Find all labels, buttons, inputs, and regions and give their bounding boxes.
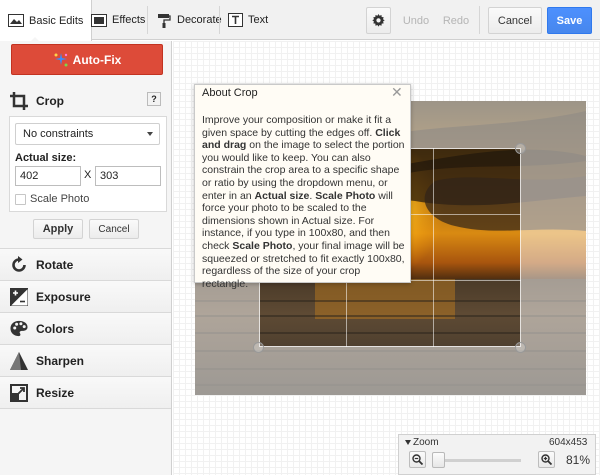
image-dimensions: 604x453 (549, 437, 588, 448)
crop-grid-line (433, 148, 434, 347)
autofix-label: Auto-Fix (72, 52, 122, 67)
tab-text-label: Text (248, 14, 269, 26)
rotate-label: Rotate (36, 257, 74, 272)
exposure-icon (10, 287, 28, 306)
crop-width-input[interactable] (15, 166, 81, 186)
chevron-down-icon (147, 132, 153, 136)
rotate-tool[interactable]: Rotate (0, 248, 171, 280)
zoom-slider-track[interactable] (435, 459, 521, 462)
paint-roller-icon (156, 13, 172, 28)
redo-button[interactable]: Redo (438, 7, 474, 34)
divider (479, 6, 480, 34)
tab-decorate-label: Decorate (177, 14, 222, 26)
tab-text[interactable]: Text (219, 0, 276, 40)
magic-sparkle-icon (53, 52, 69, 67)
zoom-out-button[interactable] (409, 451, 426, 468)
crop-shade-bottom (195, 347, 586, 395)
crop-help-button[interactable]: ? (147, 92, 161, 106)
resize-tool[interactable]: Resize (0, 376, 171, 408)
cancel-button[interactable]: Cancel (488, 7, 542, 34)
resize-icon (10, 383, 28, 402)
about-text-bold: Scale Photo (315, 189, 376, 202)
tab-effects-label: Effects (112, 14, 146, 26)
autofix-button[interactable]: Auto-Fix (11, 44, 163, 75)
colors-label: Colors (36, 321, 75, 336)
about-crop-text: Improve your composition or make it fit … (202, 114, 405, 290)
settings-button[interactable] (366, 7, 391, 34)
colors-tool[interactable]: Colors (0, 312, 171, 344)
text-icon (227, 13, 243, 27)
actual-size-label: Actual size: (15, 152, 77, 164)
about-crop-title: About Crop (202, 87, 258, 99)
crop-height-input[interactable] (95, 166, 161, 186)
about-text-bold: Actual size (254, 189, 310, 202)
zoom-out-icon (412, 454, 423, 465)
crop-title: Crop (36, 93, 64, 108)
crop-handle-top-right[interactable] (515, 143, 526, 154)
sharpen-icon (10, 351, 28, 370)
crop-handle-bottom-left[interactable] (253, 342, 264, 353)
tab-basic-edits-label: Basic Edits (29, 14, 84, 27)
crop-icon (10, 91, 28, 110)
zoom-toggle[interactable]: Zoom (405, 437, 439, 448)
tab-decorate[interactable]: Decorate (148, 0, 230, 40)
resize-label: Resize (36, 385, 75, 400)
zoom-in-button[interactable] (538, 451, 555, 468)
size-separator: X (84, 169, 92, 181)
tab-pointer (30, 37, 40, 42)
divider (0, 408, 171, 409)
about-text-bold: Scale Photo (232, 239, 293, 252)
palette-icon (10, 320, 28, 338)
constraints-dropdown[interactable]: No constraints (15, 123, 160, 145)
rotate-icon (10, 255, 28, 274)
zoom-in-icon (541, 454, 552, 465)
crop-section-header[interactable]: Crop (0, 85, 171, 116)
scale-photo-checkbox[interactable] (15, 194, 26, 205)
zoom-title: Zoom (413, 437, 439, 448)
tab-effects[interactable]: Effects (83, 0, 153, 40)
undo-button[interactable]: Undo (398, 7, 434, 34)
exposure-tool[interactable]: Exposure (0, 280, 171, 312)
close-icon[interactable]: ✕ (391, 84, 403, 101)
crop-cancel-button[interactable]: Cancel (89, 219, 139, 239)
scale-photo-label: Scale Photo (30, 193, 90, 205)
triangle-down-icon (405, 440, 411, 445)
gear-icon (372, 14, 385, 27)
save-button[interactable]: Save (547, 7, 592, 34)
sharpen-label: Sharpen (36, 353, 85, 368)
sharpen-tool[interactable]: Sharpen (0, 344, 171, 376)
film-icon (91, 13, 107, 27)
tab-basic-edits[interactable]: Basic Edits (0, 0, 93, 41)
zoom-slider-thumb[interactable] (432, 452, 445, 468)
about-text-run: Improve your composition or make it fit … (202, 114, 392, 139)
constraints-selected: No constraints (23, 128, 94, 140)
crop-shade-right (521, 148, 586, 347)
apply-button[interactable]: Apply (33, 219, 83, 239)
zoom-percent: 81% (566, 453, 591, 467)
exposure-label: Exposure (36, 289, 91, 304)
crop-handle-bottom-right[interactable] (515, 342, 526, 353)
photo-icon (8, 14, 24, 28)
